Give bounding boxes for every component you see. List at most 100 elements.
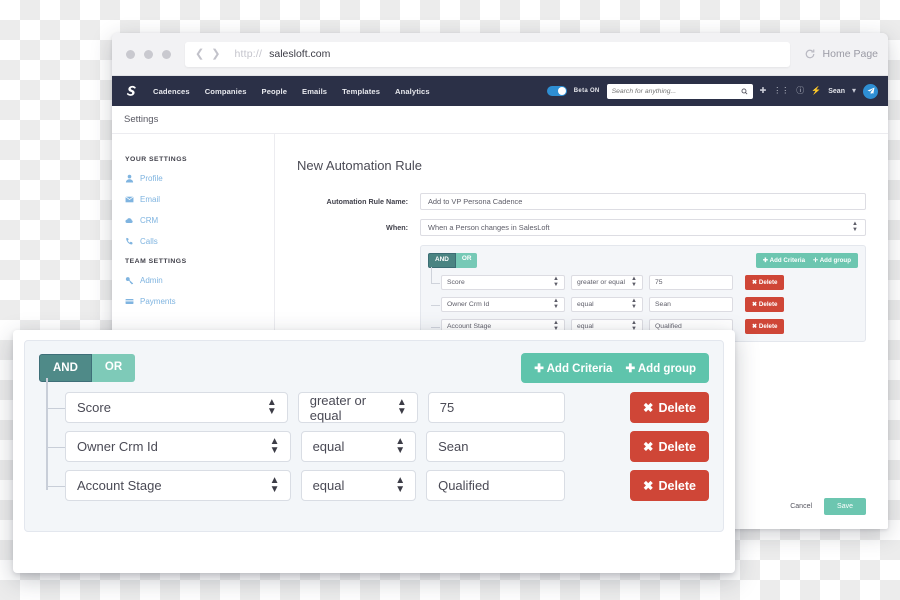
when-label: When: xyxy=(386,223,408,232)
cancel-button[interactable]: Cancel xyxy=(790,503,812,510)
key-icon xyxy=(125,276,134,285)
criteria-field-select[interactable]: Account Stage ▲ ▼ xyxy=(65,470,291,501)
criteria-field-value: Score xyxy=(77,400,111,415)
and-button[interactable]: AND xyxy=(428,253,456,268)
maximize-window-dot[interactable] xyxy=(162,49,171,59)
sidebar-item-calls[interactable]: Calls xyxy=(125,237,274,246)
global-search[interactable] xyxy=(606,83,753,99)
window-controls[interactable] xyxy=(126,49,171,59)
nav-link-cadences[interactable]: Cadences xyxy=(153,87,190,96)
criteria-value-input[interactable]: Sean xyxy=(426,431,565,462)
sidebar-item-profile[interactable]: Profile xyxy=(125,174,274,183)
criteria-value: Sean xyxy=(438,439,469,454)
criteria-rows: Score ▲ ▼ greater or equal ▲ ▼ 75 ✖ Delete xyxy=(39,378,710,501)
section-heading: New Automation Rule xyxy=(297,158,423,173)
home-page-label[interactable]: Home Page xyxy=(823,48,878,60)
add-criteria-button[interactable]: ✚ Add Criteria xyxy=(763,257,805,264)
user-menu-label[interactable]: Sean xyxy=(828,88,845,95)
info-icon[interactable]: ⓘ xyxy=(796,87,804,95)
add-group-button[interactable]: ✚ Add group xyxy=(625,361,696,375)
minimize-window-dot[interactable] xyxy=(144,49,153,59)
nav-link-emails[interactable]: Emails xyxy=(302,87,327,96)
select-spinner-icon: ▲▼ xyxy=(395,475,405,495)
chevron-right-icon[interactable]: ❯ xyxy=(211,48,220,60)
sliders-icon[interactable]: ⋮⋮ xyxy=(773,87,789,95)
criteria-field-value: Account Stage xyxy=(447,323,492,330)
criteria-value-input[interactable]: Sean xyxy=(649,297,733,312)
sidebar-item-label: Payments xyxy=(140,297,176,306)
criteria-field-select[interactable]: Score ▲ ▼ xyxy=(441,275,565,290)
delete-criteria-button[interactable]: ✖ Delete xyxy=(745,275,785,290)
avatar[interactable] xyxy=(863,83,878,99)
add-group-label: Add group xyxy=(637,363,696,375)
save-button[interactable]: Save xyxy=(824,498,866,515)
criteria-operator-select[interactable]: equal ▲ ▼ xyxy=(300,470,417,501)
delete-criteria-button[interactable]: ✖ Delete xyxy=(745,297,785,312)
criteria-value-input[interactable]: 75 xyxy=(427,392,565,423)
refresh-icon[interactable] xyxy=(804,48,816,60)
chevron-down-icon[interactable]: ▾ xyxy=(852,87,856,95)
criteria-field-select[interactable]: Owner Crm Id ▲ ▼ xyxy=(441,297,565,312)
delete-criteria-button[interactable]: ✖ Delete xyxy=(629,431,709,462)
nav-link-companies[interactable]: Companies xyxy=(205,87,247,96)
chevron-left-icon[interactable]: ❮ xyxy=(195,48,204,60)
nav-arrows[interactable]: ❮ ❯ xyxy=(195,48,220,60)
settings-title-bar: Settings xyxy=(112,106,888,134)
delete-criteria-button[interactable]: ✖ Delete xyxy=(630,392,710,423)
form-footer: Cancel Save xyxy=(790,498,866,515)
sidebar-item-email[interactable]: Email xyxy=(125,195,274,204)
and-or-toggle[interactable]: AND OR xyxy=(39,353,136,383)
plus-icon[interactable]: ✚ xyxy=(760,87,767,95)
criteria-operator-select[interactable]: equal ▲ ▼ xyxy=(300,431,417,462)
when-select[interactable]: When a Person changes in SalesLoft ▲ ▼ xyxy=(420,219,866,236)
beta-toggle[interactable] xyxy=(546,86,567,96)
search-icon[interactable] xyxy=(741,88,748,95)
user-icon xyxy=(125,174,134,183)
your-settings-header: YOUR SETTINGS xyxy=(125,156,188,163)
add-group-button[interactable]: ✛ Add group xyxy=(813,257,851,264)
delete-criteria-button[interactable]: ✖ Delete xyxy=(745,319,785,334)
rule-name-label: Automation Rule Name: xyxy=(326,197,408,206)
criteria-row: Score ▲ ▼ greater or equal ▲ ▼ 75 ✖ Delete xyxy=(428,267,858,290)
when-row: When: When a Person changes in SalesLoft… xyxy=(297,219,866,236)
nav-links: Cadences Companies People Emails Templat… xyxy=(153,87,430,96)
sidebar-item-admin[interactable]: Admin xyxy=(125,276,274,285)
or-button[interactable]: OR xyxy=(91,353,136,383)
cloud-icon xyxy=(125,216,134,225)
criteria-field-select[interactable]: Owner Crm Id ▲ ▼ xyxy=(65,431,291,462)
beta-label: Beta ON xyxy=(573,88,600,94)
criteria-group-header: AND OR ✚ Add Criteria ✛ Add group xyxy=(428,253,858,268)
when-value: When a Person changes in SalesLoft xyxy=(428,223,550,232)
criteria-operator-select[interactable]: equal ▲ ▼ xyxy=(571,297,643,312)
sidebar-item-payments[interactable]: Payments xyxy=(125,297,274,306)
nav-link-templates[interactable]: Templates xyxy=(342,87,380,96)
criteria-row: Account Stage ▲ ▼ equal ▲ ▼ Qualified ✖ De… xyxy=(46,470,709,501)
close-window-dot[interactable] xyxy=(126,49,135,59)
criteria-field-select[interactable]: Score ▲ ▼ xyxy=(65,392,288,423)
url-bar[interactable]: ❮ ❯ http:// salesloft.com xyxy=(185,41,790,67)
bolt-icon[interactable]: ⚡ xyxy=(811,87,821,95)
and-or-toggle[interactable]: AND OR xyxy=(428,253,478,268)
select-spinner-icon: ▲▼ xyxy=(631,298,637,310)
rule-name-input[interactable]: Add to VP Persona Cadence xyxy=(420,193,866,210)
tree-branch xyxy=(431,267,432,283)
chrome-right-group: Home Page xyxy=(804,48,878,60)
criteria-operator-select[interactable]: greater or equal ▲ ▼ xyxy=(297,392,418,423)
criteria-operator-value: equal xyxy=(312,439,345,454)
salesloft-logo[interactable] xyxy=(124,84,139,99)
add-buttons-group[interactable]: ✚ Add Criteria ✚ Add group xyxy=(521,353,709,383)
nav-link-people[interactable]: People xyxy=(262,87,288,96)
nav-link-analytics[interactable]: Analytics xyxy=(395,87,430,96)
criteria-value-input[interactable]: Qualified xyxy=(426,470,565,501)
add-criteria-button[interactable]: ✚ Add Criteria xyxy=(534,361,612,375)
navbar-right-group: Beta ON ✚ ⋮⋮ ⓘ ⚡ Sean ▾ xyxy=(546,83,878,99)
sidebar-item-crm[interactable]: CRM xyxy=(125,216,274,225)
rule-name-value: Add to VP Persona Cadence xyxy=(428,197,523,206)
delete-criteria-button[interactable]: ✖ Delete xyxy=(629,470,709,501)
add-buttons-group[interactable]: ✚ Add Criteria ✛ Add group xyxy=(755,253,858,268)
or-button[interactable]: OR xyxy=(455,253,478,268)
criteria-value-input[interactable]: 75 xyxy=(649,275,733,290)
criteria-operator-select[interactable]: greater or equal ▲ ▼ xyxy=(571,275,643,290)
search-input[interactable] xyxy=(611,87,741,95)
circle-plus-icon: ✚ xyxy=(625,363,636,375)
